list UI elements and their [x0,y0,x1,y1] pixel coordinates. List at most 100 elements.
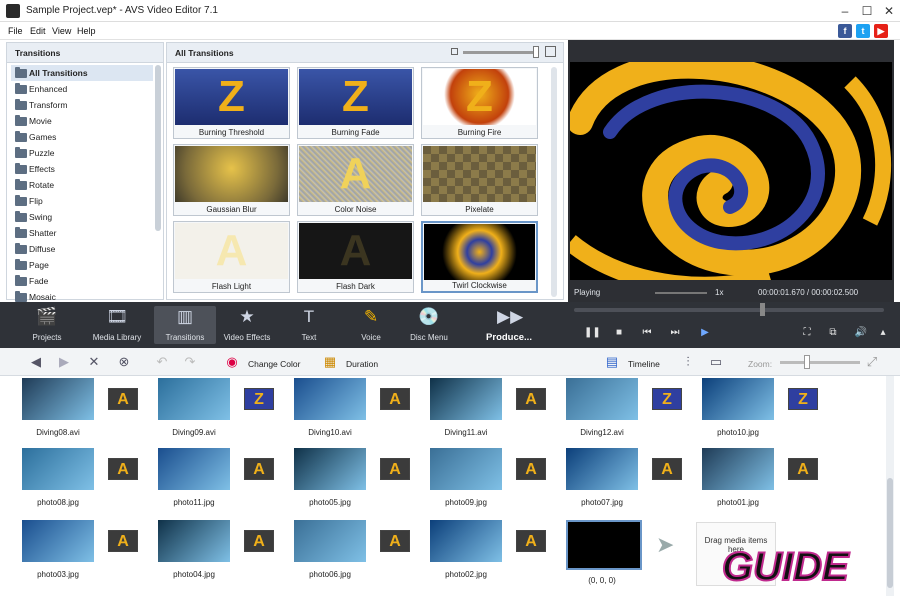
video-effects-button[interactable]: ★ Video Effects [216,306,278,344]
media-thumbnail[interactable] [566,520,642,570]
play-selection-icon[interactable]: ▶ [698,326,712,340]
transition-marker[interactable]: A [380,530,410,552]
transition-tile[interactable]: Twirl Clockwise [421,221,538,293]
tree-item-page[interactable]: Page [11,257,153,273]
media-thumbnail[interactable] [430,378,502,420]
transition-tile[interactable]: Z Burning Fade [297,67,414,139]
large-size-icon[interactable] [545,46,556,57]
seek-handle[interactable] [760,303,765,316]
transition-marker[interactable]: A [108,388,138,410]
youtube-icon[interactable]: ▶ [874,24,888,38]
thumbnail-size-slider[interactable] [463,51,537,54]
produce-button[interactable]: ▶▶ Produce... [474,306,544,344]
media-thumbnail[interactable] [158,520,230,562]
transition-marker[interactable]: Z [244,388,274,410]
text-button[interactable]: T Text [278,306,340,344]
back-icon[interactable]: ◀ [28,354,44,370]
media-thumbnail[interactable] [702,448,774,490]
tree-item-fade[interactable]: Fade [11,273,153,289]
stop-icon[interactable]: ■ [612,326,626,340]
duration-icon[interactable]: ▦ [322,354,338,370]
close-button[interactable]: ✕ [880,3,898,19]
menu-edit[interactable]: Edit [30,26,46,36]
media-thumbnail[interactable] [294,378,366,420]
transition-marker[interactable]: A [244,458,274,480]
change-color-icon[interactable]: ◉ [224,354,240,370]
transition-marker[interactable]: A [788,458,818,480]
tree-item-effects[interactable]: Effects [11,161,153,177]
media-thumbnail[interactable] [702,378,774,420]
remove-all-icon[interactable]: ⊗ [116,354,132,370]
tree-item-all-transitions[interactable]: All Transitions [11,65,153,81]
disc-menu-button[interactable]: 💿 Disc Menu [398,306,460,344]
audio-mixer-icon[interactable]: ⫶ [680,354,696,370]
timeline-icon[interactable]: ▤ [604,354,620,370]
transition-tile[interactable]: Gaussian Blur [173,144,290,216]
tree-item-swing[interactable]: Swing [11,209,153,225]
tree-item-transform[interactable]: Transform [11,97,153,113]
media-thumbnail[interactable] [566,448,638,490]
media-thumbnail[interactable] [22,448,94,490]
media-thumbnail[interactable] [566,378,638,420]
tree-item-movie[interactable]: Movie [11,113,153,129]
zoom-slider[interactable] [780,361,860,364]
transition-marker[interactable]: A [108,458,138,480]
transition-marker[interactable]: A [108,530,138,552]
transition-marker[interactable]: A [652,458,682,480]
transition-marker[interactable]: A [244,530,274,552]
transition-marker[interactable]: A [516,388,546,410]
menu-file[interactable]: File [8,26,23,36]
transition-tile[interactable]: Z Burning Fire [421,67,538,139]
prev-frame-icon[interactable]: ⏮ [640,326,654,340]
transition-marker[interactable]: A [516,530,546,552]
transition-tile[interactable]: A Flash Dark [297,221,414,293]
media-scrollbar-thumb[interactable] [887,478,893,588]
transition-tile[interactable]: A Flash Light [173,221,290,293]
collapse-icon[interactable]: ▴ [876,326,890,340]
fit-icon[interactable]: ⤢ [864,354,880,370]
tree-item-diffuse[interactable]: Diffuse [11,241,153,257]
media-thumbnail[interactable] [294,448,366,490]
forward-icon[interactable]: ▶ [56,354,72,370]
pause-icon[interactable]: ❚❚ [584,326,601,340]
media-library-button[interactable]: 🎞 Media Library [86,306,148,344]
media-thumbnail[interactable] [430,448,502,490]
change-color-button[interactable]: Change Color [248,359,300,369]
menu-view[interactable]: View [52,26,71,36]
grid-scrollbar[interactable] [551,67,557,297]
media-thumbnail[interactable] [158,448,230,490]
small-size-icon[interactable] [451,48,458,55]
projects-button[interactable]: 🎬 Projects [16,306,78,344]
media-thumbnail[interactable] [294,520,366,562]
tree-item-games[interactable]: Games [11,129,153,145]
timeline-button[interactable]: Timeline [628,359,660,369]
redo-icon[interactable]: ↷ [182,354,198,370]
transition-tile[interactable]: Z Burning Threshold [173,67,290,139]
media-thumbnail[interactable] [430,520,502,562]
tree-item-rotate[interactable]: Rotate [11,177,153,193]
twitter-icon[interactable]: t [856,24,870,38]
next-frame-icon[interactable]: ⏭ [668,326,682,340]
tree-item-shatter[interactable]: Shatter [11,225,153,241]
fullscreen-icon[interactable]: ⛶ [800,326,814,340]
speed-slider[interactable] [655,292,707,294]
tree-item-puzzle[interactable]: Puzzle [11,145,153,161]
transition-tile[interactable]: A Color Noise [297,144,414,216]
transition-marker[interactable]: A [516,458,546,480]
maximize-button[interactable]: ☐ [858,3,876,19]
tree-item-flip[interactable]: Flip [11,193,153,209]
transition-tile[interactable]: Pixelate [421,144,538,216]
transition-marker[interactable]: A [380,388,410,410]
undo-icon[interactable]: ↶ [154,354,170,370]
delete-icon[interactable]: ✕ [86,354,102,370]
transition-marker[interactable]: Z [788,388,818,410]
zoom-knob[interactable] [804,355,810,369]
media-thumbnail[interactable] [22,520,94,562]
transition-marker[interactable]: Z [652,388,682,410]
transitions-button[interactable]: ▥ Transitions [154,306,216,344]
tree-scrollbar[interactable] [155,65,161,231]
tree-item-enhanced[interactable]: Enhanced [11,81,153,97]
seek-bar[interactable] [574,308,884,312]
media-thumbnail[interactable] [22,378,94,420]
display-mode-icon[interactable]: ▭ [708,354,724,370]
